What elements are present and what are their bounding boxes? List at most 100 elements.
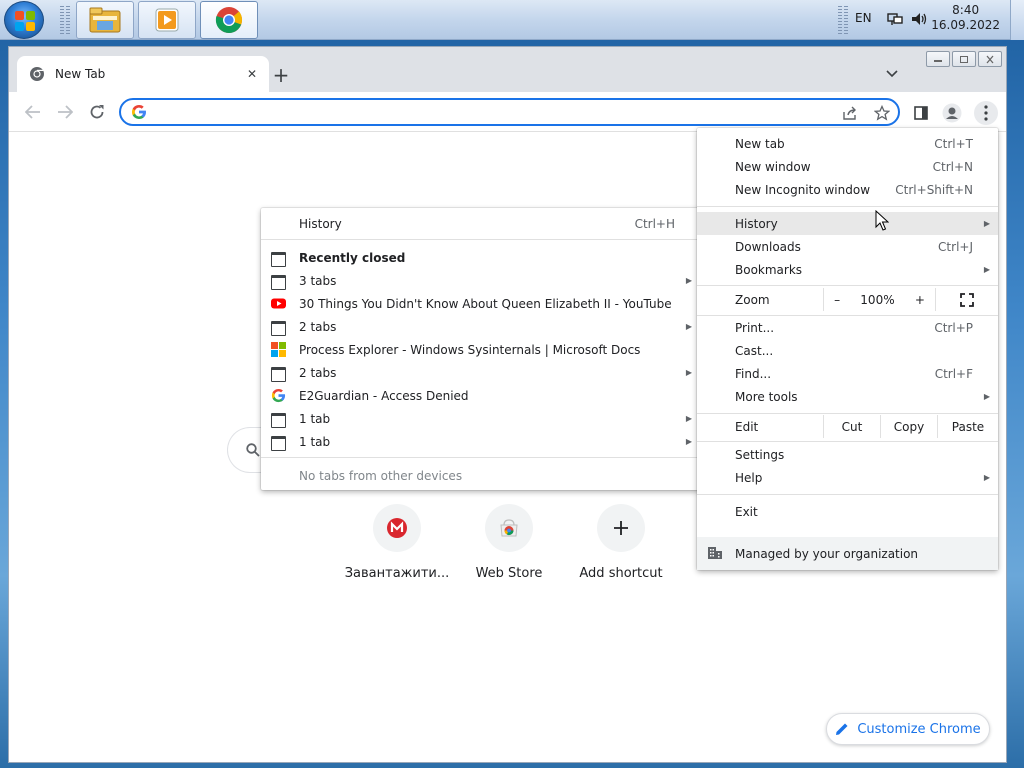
volume-icon[interactable] bbox=[910, 11, 928, 27]
managed-by-organization[interactable]: Managed by your organization bbox=[697, 537, 998, 570]
history-shortcut: Ctrl+H bbox=[634, 216, 675, 231]
menu-separator bbox=[261, 239, 700, 240]
menu-item-new-window[interactable]: New window Ctrl+N bbox=[697, 155, 998, 178]
history-entry[interactable]: 2 tabs ▶ bbox=[261, 361, 700, 384]
menu-item-new-tab[interactable]: New tab Ctrl+T bbox=[697, 132, 998, 155]
chrome-menu-button[interactable] bbox=[974, 101, 998, 125]
menu-item-label: Settings bbox=[735, 447, 785, 462]
windows-taskbar: EN 8:40 16.09.2022 bbox=[0, 0, 1024, 40]
taskbar-media-player-button[interactable] bbox=[138, 1, 196, 39]
minimize-icon bbox=[934, 60, 942, 62]
tab-group-icon bbox=[271, 367, 286, 382]
cut-button[interactable]: Cut bbox=[823, 415, 880, 438]
menu-item-print[interactable]: Print... Ctrl+P bbox=[697, 316, 998, 339]
shortcut-tile[interactable]: Завантажити... bbox=[341, 504, 453, 581]
back-button[interactable] bbox=[23, 102, 43, 122]
close-window-button[interactable] bbox=[978, 51, 1002, 67]
network-icon[interactable] bbox=[887, 11, 903, 27]
menu-item-shortcut: Ctrl+P bbox=[934, 320, 973, 335]
menu-separator bbox=[697, 494, 998, 495]
minimize-button[interactable] bbox=[926, 51, 950, 67]
menu-item-shortcut: Ctrl+N bbox=[932, 159, 973, 174]
menu-item-help[interactable]: Help ▶ bbox=[697, 466, 998, 489]
history-entry[interactable]: 1 tab ▶ bbox=[261, 407, 700, 430]
customize-chrome-button[interactable]: Customize Chrome bbox=[826, 713, 990, 745]
menu-item-downloads[interactable]: Downloads Ctrl+J bbox=[697, 235, 998, 258]
managed-label: Managed by your organization bbox=[735, 546, 919, 561]
menu-item-label: Cast... bbox=[735, 343, 774, 358]
address-bar[interactable] bbox=[119, 98, 900, 126]
language-indicator[interactable]: EN bbox=[855, 11, 872, 25]
menu-item-label: Zoom bbox=[735, 292, 770, 307]
menu-item-label: Find... bbox=[735, 366, 772, 381]
menu-item-cast[interactable]: Cast... bbox=[697, 339, 998, 362]
address-input[interactable] bbox=[155, 103, 835, 121]
history-menu-item[interactable]: History Ctrl+H bbox=[261, 212, 700, 235]
tab-group-icon bbox=[271, 413, 286, 428]
history-entry[interactable]: 30 Things You Didn't Know About Queen El… bbox=[261, 292, 700, 315]
zoom-out-button[interactable]: – bbox=[834, 293, 840, 307]
taskbar-grip bbox=[838, 6, 842, 34]
copy-button[interactable]: Copy bbox=[880, 415, 937, 438]
tab-new-tab[interactable]: New Tab ✕ bbox=[17, 56, 269, 92]
pencil-icon bbox=[836, 723, 848, 735]
zoom-in-button[interactable]: + bbox=[915, 293, 925, 307]
taskbar-grip bbox=[60, 6, 64, 34]
shortcut-icon-bg bbox=[373, 504, 421, 552]
tab-search-button[interactable] bbox=[886, 67, 898, 81]
profile-button[interactable] bbox=[941, 102, 963, 124]
history-entry[interactable]: Process Explorer - Windows Sysinternals … bbox=[261, 338, 700, 361]
share-icon[interactable] bbox=[841, 104, 859, 122]
history-entry-label: Process Explorer - Windows Sysinternals … bbox=[299, 342, 641, 357]
menu-item-exit[interactable]: Exit bbox=[697, 500, 998, 523]
tab-group-icon bbox=[271, 252, 286, 267]
bookmark-star-icon[interactable] bbox=[873, 104, 891, 122]
browser-toolbar bbox=[9, 92, 1006, 132]
paste-button[interactable]: Paste bbox=[937, 415, 998, 438]
building-icon bbox=[708, 547, 722, 559]
menu-item-more-tools[interactable]: More tools ▶ bbox=[697, 385, 998, 408]
menu-item-new-incognito-window[interactable]: New Incognito window Ctrl+Shift+N bbox=[697, 178, 998, 201]
clock-date: 16.09.2022 bbox=[931, 18, 1000, 32]
menu-item-settings[interactable]: Settings bbox=[697, 443, 998, 466]
menu-separator bbox=[697, 285, 998, 286]
kebab-menu-icon bbox=[984, 105, 988, 121]
submenu-arrow-icon: ▶ bbox=[685, 276, 692, 285]
forward-button[interactable] bbox=[55, 102, 75, 122]
menu-item-history[interactable]: History ▶ bbox=[697, 212, 998, 235]
history-entry[interactable]: 2 tabs ▶ bbox=[261, 315, 700, 338]
chrome-tab-icon bbox=[30, 67, 44, 81]
reload-button[interactable] bbox=[87, 102, 107, 122]
shortcut-label: Web Store bbox=[475, 566, 543, 581]
history-entry[interactable]: 1 tab ▶ bbox=[261, 430, 700, 453]
search-icon bbox=[246, 443, 260, 457]
shortcut-label: Add shortcut bbox=[579, 566, 663, 581]
tab-close-icon[interactable]: ✕ bbox=[247, 67, 257, 81]
taskbar-explorer-button[interactable] bbox=[76, 1, 134, 39]
add-shortcut-tile[interactable]: Add shortcut bbox=[565, 504, 677, 581]
clock-time: 8:40 bbox=[952, 3, 980, 17]
reload-icon bbox=[90, 105, 104, 119]
menu-separator bbox=[697, 413, 998, 414]
menu-item-find[interactable]: Find... Ctrl+F bbox=[697, 362, 998, 385]
system-clock[interactable]: 8:40 16.09.2022 bbox=[931, 3, 1000, 33]
history-entry[interactable]: 3 tabs ▶ bbox=[261, 269, 700, 292]
media-player-icon bbox=[155, 8, 179, 32]
fullscreen-button[interactable] bbox=[935, 288, 998, 311]
start-button[interactable] bbox=[4, 1, 44, 39]
taskbar-chrome-button[interactable] bbox=[200, 1, 258, 39]
tab-group-icon bbox=[271, 275, 286, 290]
history-entry-label: E2Guardian - Access Denied bbox=[299, 388, 469, 403]
show-desktop-button[interactable] bbox=[1010, 0, 1024, 40]
new-tab-button[interactable]: + bbox=[271, 65, 291, 85]
menu-item-label: Help bbox=[735, 470, 763, 485]
history-entry[interactable]: E2Guardian - Access Denied bbox=[261, 384, 700, 407]
history-entry-label: 3 tabs bbox=[299, 273, 337, 288]
shortcut-tile[interactable]: Web Store bbox=[453, 504, 565, 581]
menu-item-label: Exit bbox=[735, 504, 758, 519]
avatar-icon bbox=[942, 103, 962, 123]
side-panel-button[interactable] bbox=[910, 102, 932, 124]
restore-button[interactable] bbox=[952, 51, 976, 67]
tab-group-icon bbox=[271, 436, 286, 451]
menu-item-bookmarks[interactable]: Bookmarks ▶ bbox=[697, 258, 998, 281]
